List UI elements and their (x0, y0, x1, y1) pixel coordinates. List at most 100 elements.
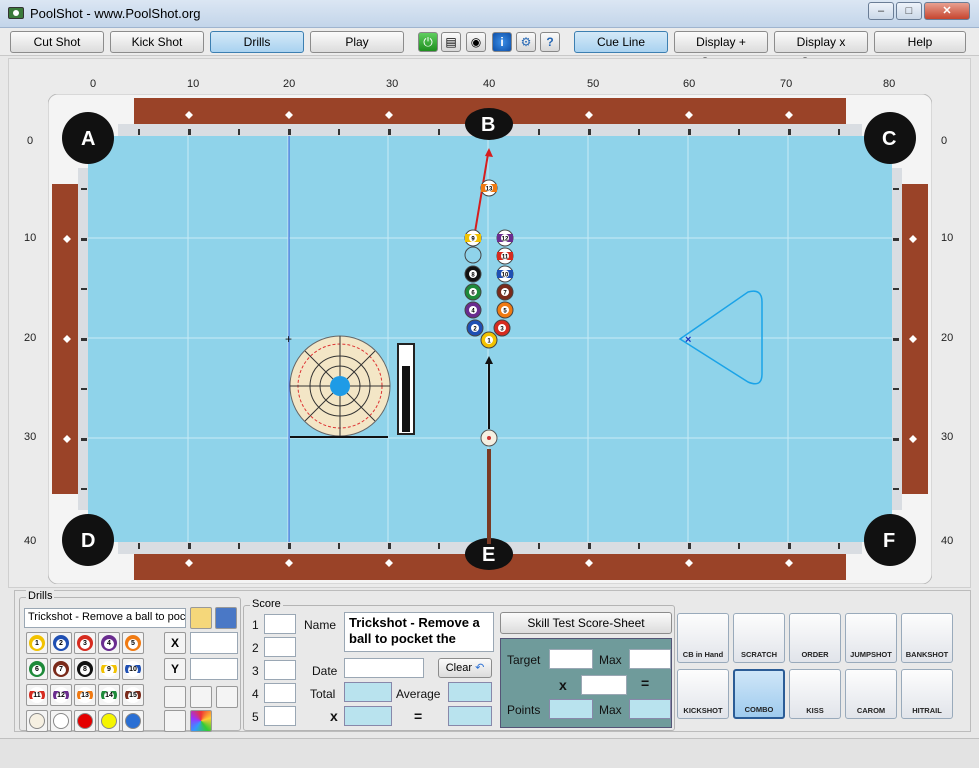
ruler-y-label: 40 (24, 535, 37, 547)
y-coordinate-field[interactable] (190, 658, 238, 680)
carom-button[interactable]: CAROM (845, 669, 897, 719)
bankshot-button[interactable]: BANKSHOT (901, 613, 953, 663)
object-ball[interactable]: 7 (496, 283, 514, 301)
cue-stick[interactable] (487, 449, 491, 544)
ball-4-button[interactable]: 4 (98, 632, 120, 654)
yellow-marker-button[interactable] (98, 710, 120, 732)
combo-button[interactable]: COMBO (733, 669, 785, 719)
red-marker-button[interactable] (74, 710, 96, 732)
ball-15-button[interactable]: 15 (122, 684, 144, 706)
ball-11-button[interactable]: 11 (26, 684, 48, 706)
x-coordinate-button[interactable]: X (164, 632, 186, 654)
object-ball[interactable]: 11 (496, 247, 514, 265)
display-plus-system-button[interactable]: Display + System (674, 31, 768, 69)
ball-8-button[interactable]: 8 (74, 658, 96, 680)
object-ball[interactable]: 6 (464, 283, 482, 301)
ball-5-button[interactable]: 5 (122, 632, 144, 654)
object-ball[interactable]: 12 (496, 229, 514, 247)
cue-line-button[interactable]: Cue Line (574, 31, 668, 53)
score-field-2[interactable] (264, 637, 296, 657)
ball-9-button[interactable]: 9 (98, 658, 120, 680)
drill-help-icon[interactable] (190, 686, 212, 708)
object-ball[interactable]: 5 (496, 301, 514, 319)
cut-shot-button[interactable]: Cut Shot (10, 31, 104, 53)
name-field[interactable]: Trickshot - Remove a ball to pocket the (344, 612, 494, 652)
hitrail-button[interactable]: HITRAIL (901, 669, 953, 719)
color-palette-icon[interactable] (190, 710, 212, 732)
multiplier-field (344, 706, 392, 726)
play-button[interactable]: Play (310, 31, 404, 53)
ball-14-icon: 14 (101, 687, 117, 703)
help-doc-icon[interactable]: ? (540, 32, 560, 52)
score-field-4[interactable] (264, 683, 296, 703)
drill-list-icon[interactable] (216, 686, 238, 708)
object-ball[interactable]: 4 (464, 301, 482, 319)
spin-selector[interactable] (289, 335, 391, 438)
info-icon[interactable]: i (492, 32, 512, 52)
ball-8-icon: 8 (77, 661, 93, 677)
cue-ball-tool-button[interactable] (26, 710, 48, 732)
new-drill-icon[interactable] (164, 686, 186, 708)
ball-2-button[interactable]: 2 (50, 632, 72, 654)
ball-13-button[interactable]: 13 (74, 684, 96, 706)
order-label: ORDER (801, 650, 829, 659)
ruler-x-label: 30 (386, 78, 399, 90)
bankshot-label: BANKSHOT (905, 650, 949, 659)
multiplier-field-2[interactable] (581, 675, 627, 695)
order-button[interactable]: ORDER (789, 613, 841, 663)
help-button[interactable]: Help (874, 31, 966, 53)
object-ball[interactable]: 13 (480, 179, 498, 197)
ball-6-button[interactable]: 6 (26, 658, 48, 680)
camera-icon[interactable]: ◉ (466, 32, 486, 52)
clear-button[interactable]: Clear ↶ (438, 658, 492, 678)
ruler-y-label: 20 (941, 332, 954, 344)
cb-in-hand-button[interactable]: CB in Hand (677, 613, 729, 663)
object-ball[interactable]: 8 (464, 265, 482, 283)
save-icon[interactable] (215, 607, 237, 629)
ball-10-button[interactable]: 10 (122, 658, 144, 680)
object-ball[interactable]: 9 (464, 229, 482, 247)
notes-icon[interactable] (164, 710, 186, 732)
settings-icon[interactable]: ⚙ (516, 32, 536, 52)
redo-icon[interactable] (122, 710, 144, 732)
score-field-3[interactable] (264, 660, 296, 680)
ball-number: 1 (32, 639, 42, 649)
kiss-button[interactable]: KISS (789, 669, 841, 719)
display-x-system-button[interactable]: Display x System (774, 31, 868, 69)
pool-table[interactable]: A B C D E F 13 9 12 11 8 10 6 74 52 31 + × (48, 94, 932, 584)
pocket-c-label: C (882, 128, 896, 150)
y-coordinate-button[interactable]: Y (164, 658, 186, 680)
kickshot-button[interactable]: KICKSHOT (677, 669, 729, 719)
ruler-x-label: 20 (283, 78, 296, 90)
object-ball[interactable]: 3 (493, 319, 511, 337)
target-field[interactable] (549, 649, 593, 669)
scratch-button[interactable]: SCRATCH (733, 613, 785, 663)
x-coordinate-field[interactable] (190, 632, 238, 654)
object-ball[interactable]: 2 (466, 319, 484, 337)
ball-14-button[interactable]: 14 (98, 684, 120, 706)
ball-12-button[interactable]: 12 (50, 684, 72, 706)
ball-7-button[interactable]: 7 (50, 658, 72, 680)
maximize-button[interactable]: □ (896, 2, 922, 20)
score-field-1[interactable] (264, 614, 296, 634)
yellow-marker-swatch (101, 713, 117, 729)
object-ball[interactable]: 10 (496, 265, 514, 283)
object-ball[interactable]: 1 (480, 331, 498, 349)
ball-3-button[interactable]: 3 (74, 632, 96, 654)
power-icon[interactable]: ⏻ (418, 32, 438, 52)
jumpshot-button[interactable]: JUMPSHOT (845, 613, 897, 663)
print-icon[interactable]: ▤ (441, 32, 461, 52)
skill-test-button[interactable]: Skill Test Score-Sheet (500, 612, 672, 634)
score-field-5[interactable] (264, 706, 296, 726)
date-field[interactable] (344, 658, 424, 678)
close-button[interactable]: ✕ (924, 2, 970, 20)
drills-button[interactable]: Drills (210, 31, 304, 53)
max-field[interactable] (629, 649, 671, 669)
ball-1-button[interactable]: 1 (26, 632, 48, 654)
kick-shot-button[interactable]: Kick Shot (110, 31, 204, 53)
drill-select[interactable]: Trickshot - Remove a ball to poc (24, 608, 186, 628)
minimize-button[interactable]: – (868, 2, 894, 20)
ghost-ball-tool-button[interactable] (50, 710, 72, 732)
ball-12-icon: 12 (53, 687, 69, 703)
open-folder-icon[interactable] (190, 607, 212, 629)
